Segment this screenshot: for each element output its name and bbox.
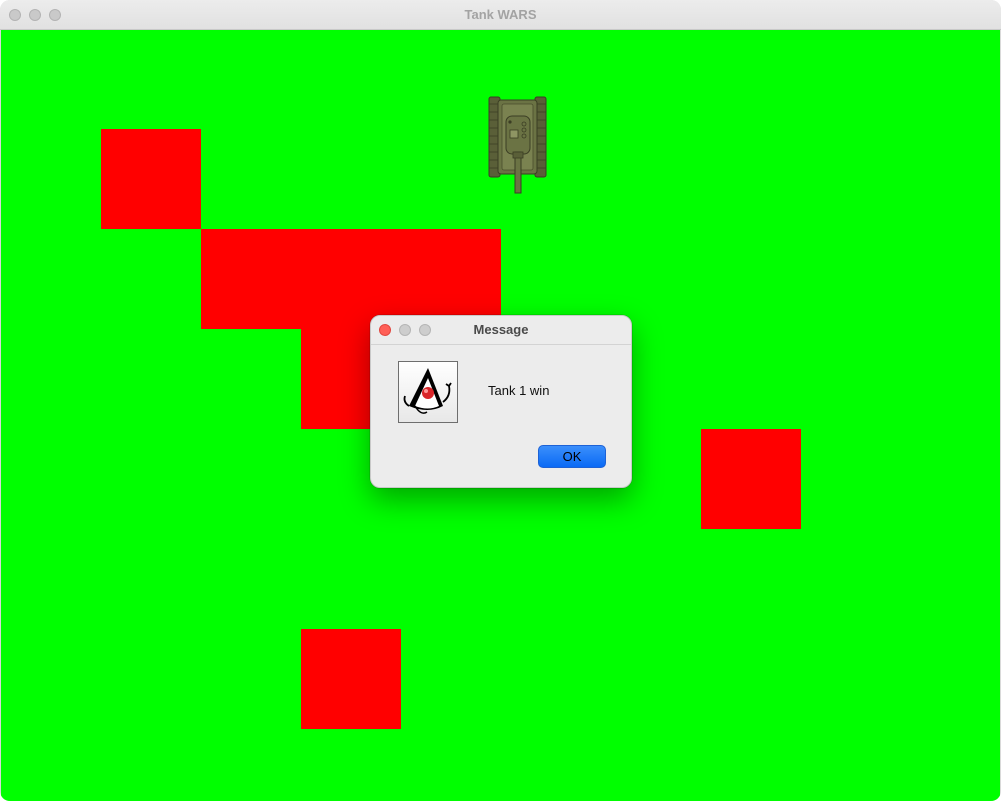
ok-button-label: OK [562,449,582,464]
wall-block [301,629,401,729]
wall-block [201,229,501,329]
window-titlebar[interactable]: Tank WARS [0,0,1001,30]
wall-block [701,429,801,529]
game-arena[interactable]: Message Tank 1 win OK [1,30,1000,801]
message-dialog: Message Tank 1 win OK [370,315,632,488]
window-title: Tank WARS [464,7,537,22]
java-duke-icon [398,361,458,423]
game-window: Tank WARS Message Tank 1 win OK [0,0,1001,801]
dialog-title: Message [473,322,529,337]
dialog-titlebar[interactable]: Message [371,316,631,345]
ok-button[interactable]: OK [538,445,606,468]
wall-block [101,129,201,229]
dialog-message: Tank 1 win [488,383,550,398]
tank-sprite [488,96,547,194]
